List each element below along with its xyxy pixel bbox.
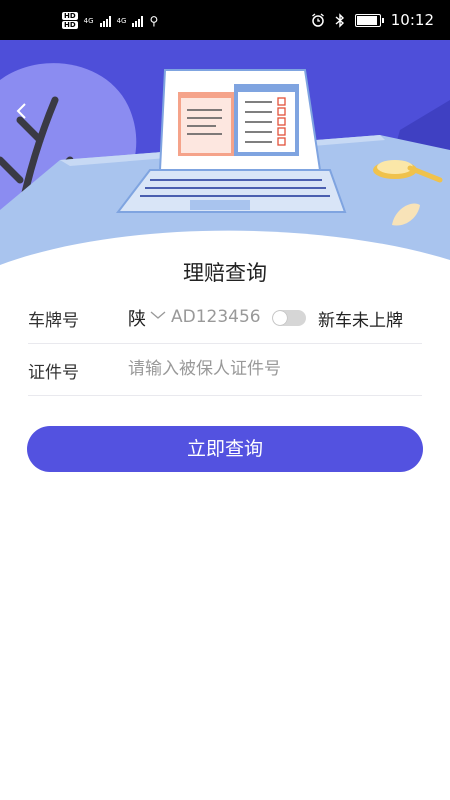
alarm-icon: [311, 13, 324, 27]
plate-number-input[interactable]: [171, 304, 261, 330]
network-type-2: 4G: [116, 16, 127, 25]
usb-icon: ⚲: [149, 13, 159, 28]
province-select[interactable]: 陕: [128, 305, 146, 331]
hd-badge-2: HD: [62, 21, 78, 29]
plate-row: 车牌号 陕 新车未上牌: [28, 292, 422, 344]
id-label: 证件号: [28, 363, 79, 383]
battery-icon: [354, 13, 384, 27]
bluetooth-icon: [335, 12, 344, 28]
toggle-knob: [273, 311, 287, 325]
back-button[interactable]: [14, 102, 38, 126]
new-car-label: 新车未上牌: [318, 311, 403, 331]
query-button[interactable]: 立即查询: [27, 426, 423, 472]
status-right: 10:12: [311, 11, 434, 29]
network-type-1: 4G: [83, 16, 94, 25]
hero-illustration: [0, 40, 450, 270]
hero-banner: [0, 40, 450, 270]
status-left: HD HD 4G 4G ⚲: [62, 12, 158, 29]
plate-label: 车牌号: [28, 311, 79, 331]
id-number-input[interactable]: [128, 356, 418, 382]
page-title: 理赔查询: [183, 261, 267, 285]
signal-icon-2: [132, 15, 144, 27]
hd-icons: HD HD: [62, 12, 78, 29]
chevron-down-icon[interactable]: [149, 309, 167, 321]
id-row: 证件号: [28, 344, 422, 396]
chevron-left-icon: [16, 103, 26, 119]
new-car-toggle[interactable]: [272, 310, 306, 326]
signal-icon: [99, 15, 111, 27]
hd-badge-1: HD: [62, 12, 78, 20]
status-time: 10:12: [390, 11, 434, 29]
status-bar: HD HD 4G 4G ⚲ 10:12: [0, 0, 450, 40]
